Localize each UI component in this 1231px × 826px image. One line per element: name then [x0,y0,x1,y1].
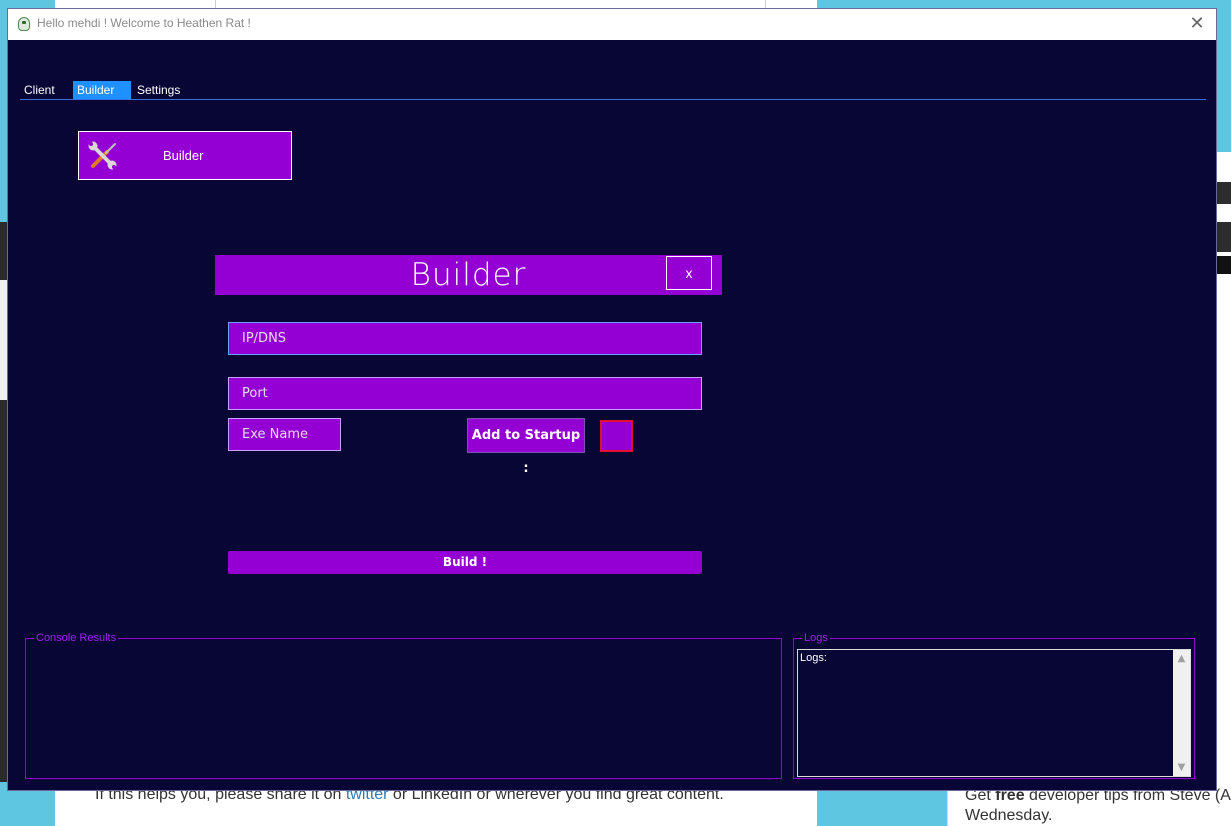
logs-text: Logs: [800,652,827,664]
tab-client[interactable]: Client [20,81,59,99]
title-bar[interactable]: Hello mehdi ! Welcome to Heathen Rat ! ✕ [8,9,1216,40]
exe-name-input[interactable]: Exe Name [228,418,341,451]
window-title: Hello mehdi ! Welcome to Heathen Rat ! [37,16,251,30]
startup-checkbox[interactable] [600,420,633,452]
console-results-group: Console Results [25,631,782,779]
build-button[interactable]: Build ! [228,551,702,574]
tools-icon [88,141,117,170]
background-right-strip [1217,222,1231,252]
tab-divider [20,99,1206,100]
builder-title: Builder [410,257,527,293]
logs-legend: Logs [802,631,830,645]
ip-dns-input[interactable]: IP/DNS [228,322,702,355]
app-icon [18,17,30,31]
builder-nav-button[interactable]: Builder [78,131,292,180]
scroll-down-icon[interactable]: ▼ [1173,759,1190,776]
logs-group: Logs Logs: ▲ ▼ [793,631,1195,779]
port-input[interactable]: Port [228,377,702,410]
add-to-startup-label[interactable]: Add to Startup : [467,418,585,476]
console-results-legend: Console Results [34,631,119,645]
background-right-strip [1217,182,1231,204]
background-right-strip [1217,256,1231,274]
tab-builder[interactable]: Builder [73,81,131,99]
background-newsletter-text: Get free developer tips from Steve (A Wed… [965,787,1231,824]
logs-textarea[interactable]: Logs: ▲ ▼ [797,649,1191,777]
background-right-panel [1217,152,1231,826]
builder-header: Builder x [215,255,722,295]
window-close-button[interactable]: ✕ [1186,13,1208,35]
app-window: Hello mehdi ! Welcome to Heathen Rat ! ✕… [7,8,1217,791]
background-page-top [55,0,817,8]
scroll-up-icon[interactable]: ▲ [1173,650,1190,667]
builder-nav-label: Builder [163,148,204,163]
builder-close-button[interactable]: x [666,256,712,290]
logs-scrollbar[interactable]: ▲ ▼ [1173,650,1190,776]
tab-settings[interactable]: Settings [133,81,184,99]
